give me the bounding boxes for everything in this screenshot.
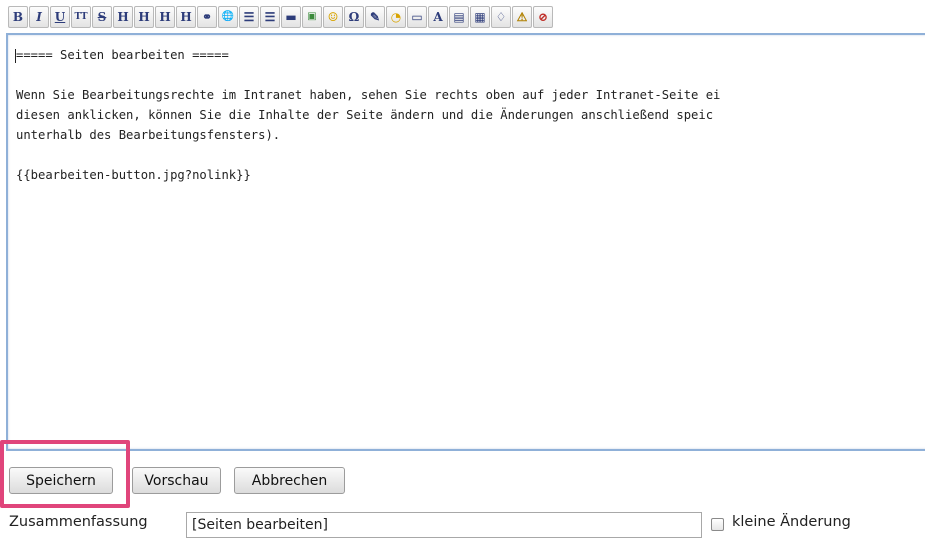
toolbar-wrap-button[interactable]: ▭ (407, 6, 427, 28)
underline-icon: U (54, 10, 66, 24)
image-icon: ▣ (307, 11, 317, 22)
ordered-list-icon: ☰ (243, 10, 255, 24)
smiley-icon: ☺ (327, 10, 339, 24)
italic-icon: I (36, 10, 42, 24)
toolbar-same-level-heading-button[interactable]: H (113, 6, 133, 28)
preview-button[interactable]: Vorschau (132, 467, 221, 494)
edit-textarea-content[interactable]: ===== Seiten bearbeiten ===== Wenn Sie B… (16, 45, 925, 185)
tip-icon: ♢ (495, 10, 507, 24)
toolbar-italic-button[interactable]: I (29, 6, 49, 28)
media-icon: ◔ (390, 10, 402, 24)
unordered-list-icon: ☰ (264, 10, 276, 24)
strikethrough-icon: S (97, 10, 107, 24)
note-icon: ▦ (474, 10, 486, 24)
cancel-button[interactable]: Abbrechen (234, 467, 345, 494)
stop-icon: ⊘ (537, 10, 549, 24)
editor-toolbar: B I U TT S H H H H ⚭ 🌐 ☰ ☰ ▬ ▣ ☺ Ω ✎ ◔ ▭ A ▤ ▦ ♢ ⚠ ⊘ (8, 6, 553, 32)
toolbar-strikethrough-button[interactable]: S (92, 6, 112, 28)
horizontal-rule-icon: ▬ (285, 10, 297, 24)
toolbar-heading-button[interactable]: H (176, 6, 196, 28)
toolbar-stop-button[interactable]: ⊘ (533, 6, 553, 28)
toolbar-special-chars-button[interactable]: Ω (344, 6, 364, 28)
toolbar-tip-button[interactable]: ♢ (491, 6, 511, 28)
toolbar-internal-link-button[interactable]: ⚭ (197, 6, 217, 28)
toolbar-unordered-list-button[interactable]: ☰ (260, 6, 280, 28)
toolbar-signature-button[interactable]: ✎ (365, 6, 385, 28)
summary-label: Zusammenfassung (9, 514, 148, 530)
internal-link-icon: ⚭ (201, 10, 213, 24)
lower-level-heading-icon: H (138, 10, 150, 24)
edit-textarea[interactable]: ===== Seiten bearbeiten ===== Wenn Sie B… (6, 33, 925, 451)
toolbar-underline-button[interactable]: U (50, 6, 70, 28)
bold-icon: B (12, 10, 24, 24)
summary-input[interactable] (186, 512, 702, 538)
toolbar-clapper-button[interactable]: ▤ (449, 6, 469, 28)
toolbar-warning-button[interactable]: ⚠ (512, 6, 532, 28)
toolbar-higher-level-heading-button[interactable]: H (155, 6, 175, 28)
toolbar-image-button[interactable]: ▣ (302, 6, 322, 28)
same-level-heading-icon: H (117, 10, 129, 24)
toolbar-lower-level-heading-button[interactable]: H (134, 6, 154, 28)
minor-change-checkbox[interactable] (711, 518, 724, 531)
warning-icon: ⚠ (516, 10, 528, 24)
toolbar-bold-button[interactable]: B (8, 6, 28, 28)
special-chars-icon: Ω (348, 10, 360, 24)
toolbar-external-link-button[interactable]: 🌐 (218, 6, 238, 28)
clapper-icon: ▤ (453, 10, 465, 24)
toolbar-note-button[interactable]: ▦ (470, 6, 490, 28)
toolbar-monospace-button[interactable]: TT (71, 6, 91, 28)
font-icon: A (433, 10, 443, 24)
higher-level-heading-icon: H (159, 10, 171, 24)
toolbar-smiley-button[interactable]: ☺ (323, 6, 343, 28)
toolbar-horizontal-rule-button[interactable]: ▬ (281, 6, 301, 28)
toolbar-ordered-list-button[interactable]: ☰ (239, 6, 259, 28)
wrap-icon: ▭ (411, 10, 423, 24)
external-link-icon: 🌐 (221, 11, 235, 22)
heading-icon: H (180, 10, 192, 24)
monospace-icon: TT (74, 11, 88, 22)
minor-change-label: kleine Änderung (732, 514, 851, 530)
save-button-highlight (0, 440, 130, 508)
signature-icon: ✎ (369, 10, 381, 24)
toolbar-font-button[interactable]: A (428, 6, 448, 28)
toolbar-media-button[interactable]: ◔ (386, 6, 406, 28)
